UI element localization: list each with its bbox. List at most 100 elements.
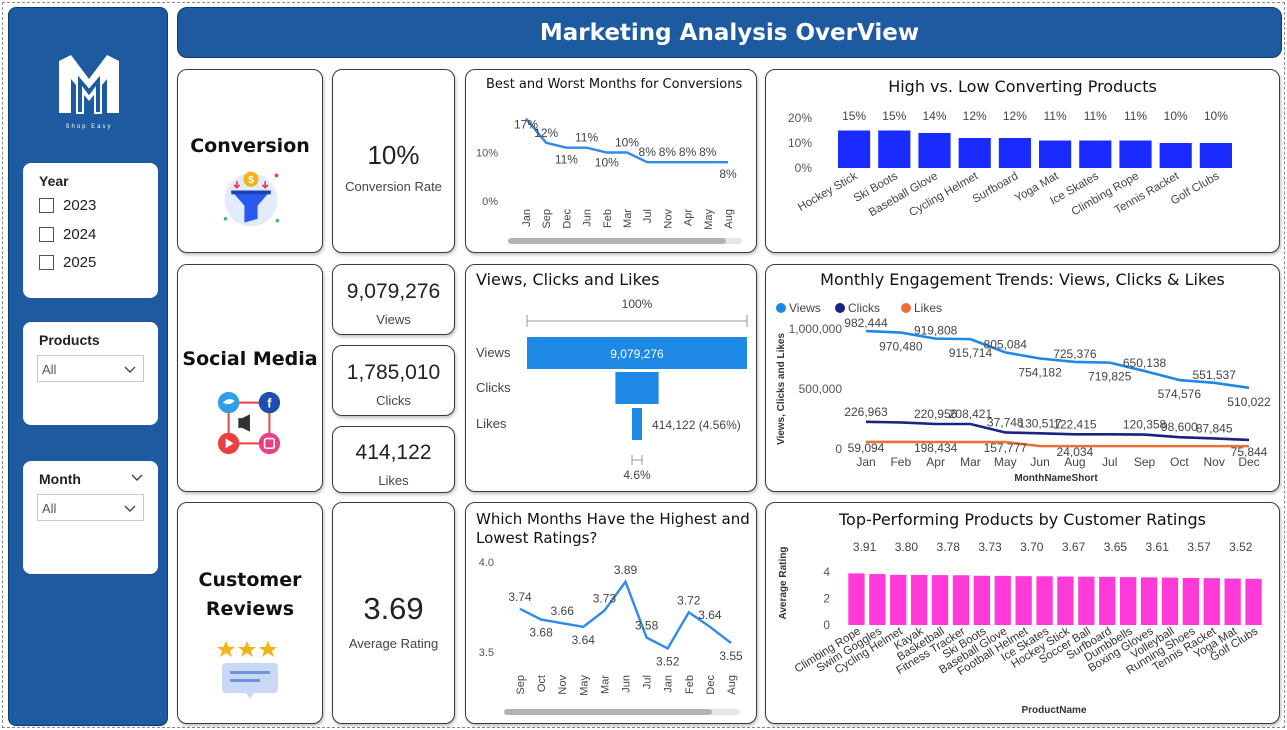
average-rating-label: Average Rating <box>348 636 439 651</box>
month-dropdown[interactable]: All <box>37 494 144 521</box>
month-selected: All <box>42 501 57 516</box>
data-label: 59,094 <box>848 441 885 455</box>
y-tick-label: 0% <box>795 161 813 175</box>
bar <box>1224 578 1241 625</box>
data-label: 982,444 <box>844 316 888 330</box>
average-rating-value: 3.69 <box>363 591 424 626</box>
bar <box>1199 143 1232 168</box>
page-title: Marketing Analysis OverView <box>539 19 920 46</box>
data-label: 12% <box>534 126 558 140</box>
views-kpi: 9,079,276 Views <box>332 264 455 335</box>
x-tick-label: Dec <box>561 209 573 229</box>
data-label: 122,415 <box>1053 417 1097 431</box>
likes-value: 414,122 <box>355 441 432 464</box>
data-label: 120,358 <box>1123 418 1167 432</box>
data-label: 754,182 <box>1018 365 1062 379</box>
views-label: Views <box>376 312 411 327</box>
data-label: 3.73 <box>593 592 617 606</box>
data-label: 3.72 <box>677 593 701 607</box>
x-tick-label: May <box>994 455 1017 469</box>
bar <box>1079 140 1112 168</box>
y-tick-label: 0% <box>482 196 498 208</box>
y-tick-label: 3.5 <box>479 647 494 659</box>
x-tick-label: Sep <box>541 209 553 229</box>
likes-kpi: 414,122 Likes <box>332 426 455 493</box>
dashboard-header: Marketing Analysis OverView <box>177 7 1282 58</box>
data-label: 8% <box>639 145 657 159</box>
scrollbar-thumb <box>508 238 726 244</box>
bar <box>1203 578 1220 625</box>
x-tick-label: Sep <box>1134 455 1156 469</box>
bar <box>1245 578 1262 625</box>
x-tick-label: Jul <box>1102 455 1117 469</box>
bar <box>1057 576 1074 625</box>
shop-easy-logo: Shop Easy <box>59 55 119 130</box>
data-label: 3.89 <box>614 563 638 577</box>
x-tick-label: Nov <box>1204 455 1225 469</box>
data-label: 208,421 <box>949 407 993 421</box>
checkbox[interactable] <box>39 227 54 242</box>
product-ratings-chart: 024Average RatingProductName3.91Climbing… <box>778 540 1262 716</box>
data-label: 551,537 <box>1192 368 1236 382</box>
data-label: 805,084 <box>984 337 1028 351</box>
year-option-2025[interactable]: 2025 <box>39 254 96 271</box>
x-tick-label: Mar <box>599 675 611 694</box>
high-low-products-chart: 0%10%20% 15%Hockey Stick15%Ski Boots14%Ba… <box>788 109 1232 219</box>
data-label: 8% <box>659 145 677 159</box>
stage-label: Views <box>476 345 511 360</box>
clicks-kpi: 1,785,010 Clicks <box>332 345 455 416</box>
data-label: 198,434 <box>914 441 958 455</box>
legend-marker <box>835 303 845 313</box>
x-tick-label: Jan <box>856 455 875 469</box>
year-slicer-title: Year <box>39 173 69 189</box>
data-label: 3.52 <box>656 654 680 668</box>
x-tick-label: Dec <box>705 675 717 695</box>
top-percent-label: 100% <box>622 297 653 311</box>
checkbox[interactable] <box>39 198 54 213</box>
x-axis-title: MonthNameShort <box>1014 473 1098 484</box>
chevron-down-icon[interactable] <box>130 470 144 484</box>
bar <box>1036 576 1053 625</box>
data-label: 11% <box>555 153 578 167</box>
data-label: 719,825 <box>1088 370 1132 384</box>
reviews-section-card: Customer Reviews <box>177 502 323 724</box>
y-tick-label: 500,000 <box>799 382 843 396</box>
x-tick-label: Feb <box>602 209 614 228</box>
bar <box>994 575 1011 625</box>
x-tick-label: Jan <box>521 209 533 227</box>
data-label: 15% <box>882 109 906 123</box>
conversion-title: Conversion <box>190 135 310 157</box>
stage-label: Clicks <box>476 380 511 395</box>
funnel-chart: 100% Views 9,079,276 Clicks Likes 414,122 (4.… <box>476 297 748 482</box>
conversion-rate-kpi: 10% Conversion Rate <box>332 69 455 253</box>
data-label: 3.61 <box>1146 540 1170 554</box>
products-dropdown[interactable]: All <box>37 355 144 382</box>
x-tick-label: Oct <box>1170 455 1189 469</box>
social-media-icon: f <box>217 391 281 455</box>
data-label: 11% <box>575 131 598 145</box>
data-label: 15% <box>842 109 866 123</box>
data-label: 3.74 <box>508 590 532 604</box>
bar <box>998 138 1031 168</box>
x-tick-label: Jun <box>1030 455 1049 469</box>
data-label: 8% <box>679 145 697 159</box>
x-tick-label: Aug <box>726 675 738 695</box>
x-tick-label: Jun <box>582 209 594 227</box>
x-tick-label: Surfboard <box>971 170 1021 206</box>
legend-label: Views <box>789 301 821 315</box>
data-label: 12% <box>1003 109 1027 123</box>
social-media-title: Social Media <box>182 348 318 370</box>
funnel-icon: $ <box>223 171 280 227</box>
bar <box>1140 577 1158 625</box>
data-label: 11% <box>1044 109 1067 123</box>
year-option-2024[interactable]: 2024 <box>39 226 96 243</box>
option-label: 2025 <box>63 254 97 271</box>
x-tick-label: Cycling Helmet <box>907 170 981 219</box>
legend-label: Clicks <box>848 301 880 315</box>
x-tick-label: Sep <box>515 675 527 695</box>
checkbox[interactable] <box>39 255 54 270</box>
data-label: 3.52 <box>1229 540 1253 554</box>
bar <box>869 574 886 625</box>
data-label: 12% <box>963 109 987 123</box>
year-option-2023[interactable]: 2023 <box>39 197 96 214</box>
